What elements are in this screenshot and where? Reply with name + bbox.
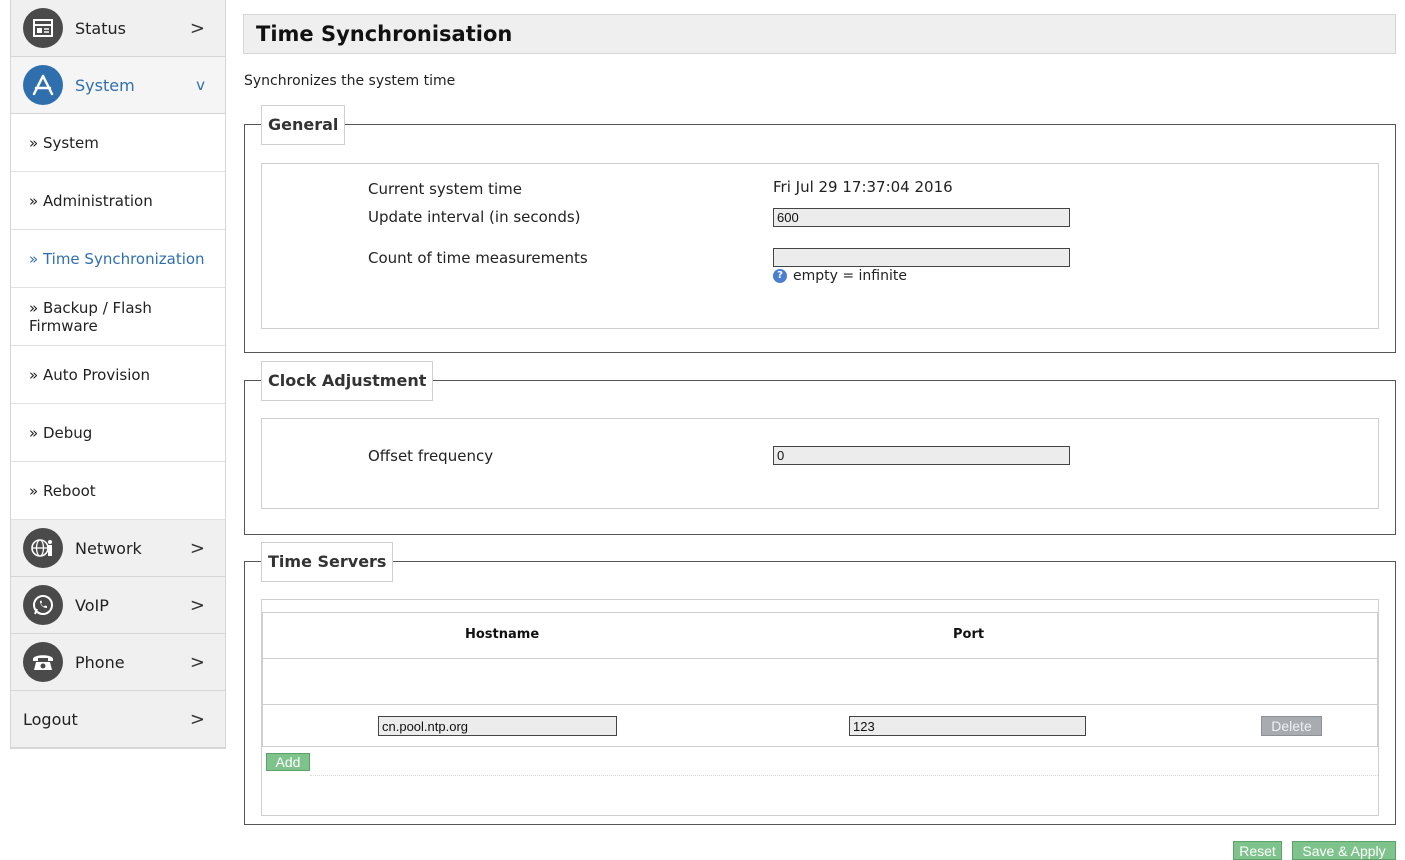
chevron-right-icon: > [189, 651, 205, 673]
menu-voip[interactable]: VoIP > [11, 577, 225, 634]
sidebar-item-debug[interactable]: » Debug [11, 404, 225, 462]
clock-adjustment-legend: Clock Adjustment [261, 361, 434, 401]
sidebar-item-administration[interactable]: » Administration [11, 172, 225, 230]
sidebar: Status > System v » System » Administrat… [10, 0, 226, 749]
table-row: Delete [263, 704, 1377, 749]
network-icon [23, 528, 63, 568]
current-time-label: Current system time [368, 180, 522, 198]
menu-logout[interactable]: Logout > [11, 691, 225, 748]
page-title: Time Synchronisation [256, 22, 513, 46]
clock-adjustment-section: Clock Adjustment Offset frequency [244, 361, 1396, 535]
voip-icon [23, 585, 63, 625]
menu-status[interactable]: Status > [11, 0, 225, 57]
time-servers-section: Time Servers Hostname Port Delete Add [244, 542, 1396, 825]
hostname-column-header: Hostname [465, 627, 540, 642]
time-servers-legend: Time Servers [261, 542, 394, 582]
status-icon [23, 8, 63, 48]
menu-phone[interactable]: Phone > [11, 634, 225, 691]
offset-frequency-input[interactable] [773, 446, 1070, 465]
update-interval-label: Update interval (in seconds) [368, 208, 581, 226]
add-button[interactable]: Add [266, 753, 310, 771]
menu-status-label: Status [75, 18, 126, 38]
menu-phone-label: Phone [75, 652, 125, 672]
table-divider [263, 658, 1377, 659]
system-icon [23, 65, 63, 105]
chevron-right-icon: > [189, 17, 205, 39]
menu-voip-label: VoIP [75, 595, 109, 615]
update-interval-input[interactable] [773, 208, 1070, 227]
port-column-header: Port [953, 627, 985, 642]
sidebar-item-time-synchronization[interactable]: » Time Synchronization [11, 230, 225, 288]
chevron-down-icon: v [196, 76, 205, 94]
general-section: General Current system time Fri Jul 29 1… [244, 105, 1396, 353]
save-apply-button[interactable]: Save & Apply [1292, 841, 1396, 860]
count-measurements-input[interactable] [773, 248, 1070, 267]
port-input[interactable] [849, 716, 1086, 736]
hostname-input[interactable] [378, 716, 617, 736]
menu-system-label: System [75, 75, 135, 95]
current-time-value: Fri Jul 29 17:37:04 2016 [773, 178, 953, 196]
chevron-right-icon: > [189, 594, 205, 616]
general-panel: Current system time Fri Jul 29 17:37:04 … [261, 163, 1379, 329]
sidebar-item-reboot[interactable]: » Reboot [11, 462, 225, 520]
menu-system[interactable]: System v [11, 57, 225, 114]
row-divider [310, 775, 1378, 776]
chevron-right-icon: > [189, 708, 205, 730]
count-hint-text: empty = infinite [793, 268, 907, 284]
clock-adjustment-panel: Offset frequency [261, 418, 1379, 509]
menu-network-label: Network [75, 538, 142, 558]
offset-frequency-label: Offset frequency [368, 447, 494, 465]
general-legend: General [261, 105, 346, 145]
sidebar-item-system[interactable]: » System [11, 114, 225, 172]
sidebar-item-auto-provision[interactable]: » Auto Provision [11, 346, 225, 404]
chevron-right-icon: > [189, 537, 205, 559]
page-description: Synchronizes the system time [244, 73, 456, 89]
menu-network[interactable]: Network > [11, 520, 225, 577]
count-hint: ? empty = infinite [773, 268, 907, 284]
menu-logout-label: Logout [23, 709, 78, 729]
info-icon: ? [773, 269, 787, 283]
servers-table: Hostname Port Delete [262, 612, 1378, 747]
time-servers-panel: Hostname Port Delete Add [261, 599, 1379, 816]
count-measurements-label: Count of time measurements [368, 249, 588, 267]
reset-button[interactable]: Reset [1233, 841, 1282, 860]
sidebar-item-backup-flash-firmware[interactable]: » Backup / Flash Firmware [11, 288, 225, 346]
page-title-bar: Time Synchronisation [243, 14, 1396, 54]
delete-button[interactable]: Delete [1261, 716, 1322, 736]
phone-icon [23, 642, 63, 682]
